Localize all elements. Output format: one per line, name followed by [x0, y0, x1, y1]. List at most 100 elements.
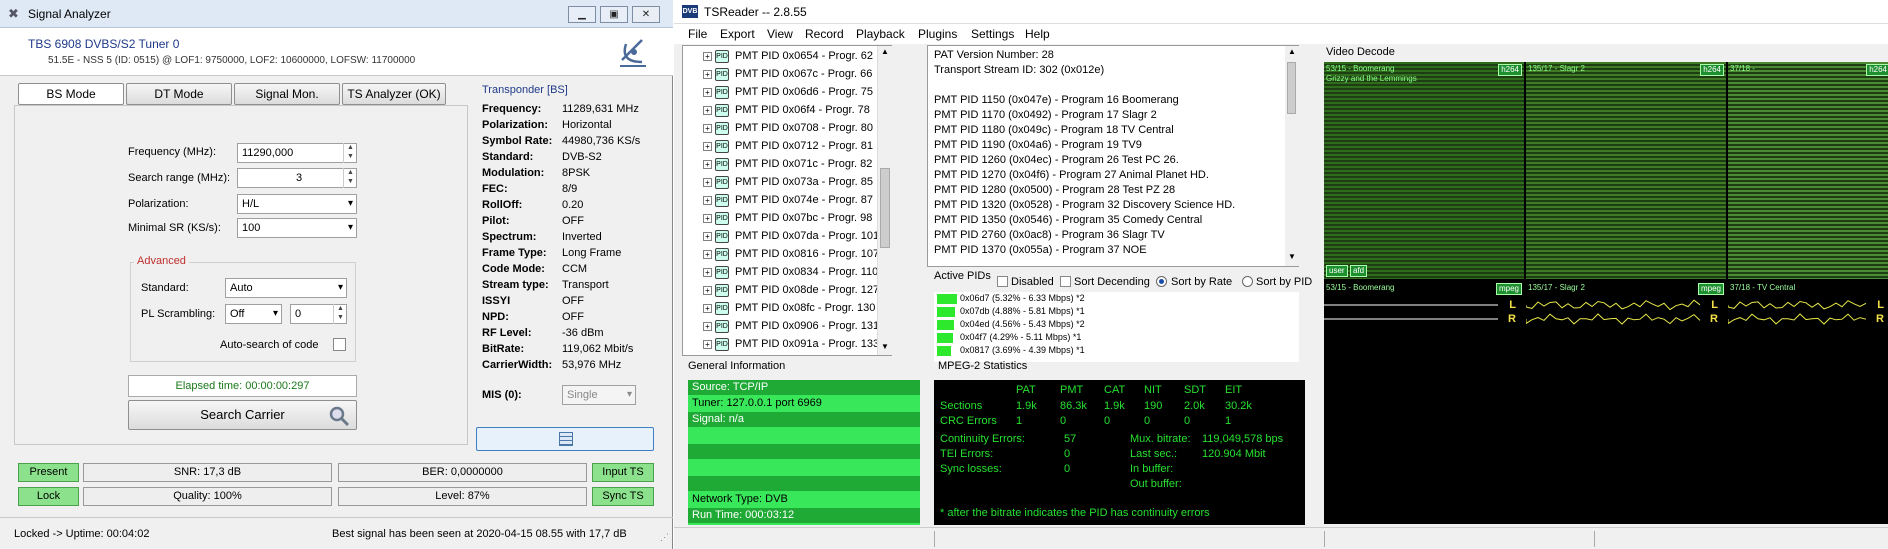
- expand-icon[interactable]: +: [703, 321, 712, 331]
- tab-ts-analyzer[interactable]: TS Analyzer (OK): [342, 83, 446, 105]
- sort-rate-radio[interactable]: [1156, 276, 1167, 287]
- tree-item[interactable]: + PID PMT PID 0x08de - Progr. 127: [703, 282, 877, 298]
- menu-view[interactable]: View: [767, 27, 793, 41]
- best-signal-text: Best signal has been seen at 2020-04-15 …: [332, 528, 627, 540]
- menu-record[interactable]: Record: [805, 27, 844, 41]
- ber-text: BER: 0,0000000: [422, 466, 503, 478]
- auto-search-checkbox[interactable]: [333, 338, 346, 351]
- close-button[interactable]: ✕: [632, 6, 660, 23]
- expand-icon[interactable]: +: [703, 159, 712, 169]
- expand-icon[interactable]: +: [703, 231, 712, 241]
- sync-value: 0: [1064, 463, 1071, 475]
- expand-icon[interactable]: +: [703, 141, 712, 151]
- pid-rate-text[interactable]: 0x0817 (3.69% - 4.39 Mbps) *1: [960, 345, 1085, 355]
- tree-item[interactable]: + PID PMT PID 0x074e - Progr. 87: [703, 192, 873, 208]
- tree-item[interactable]: + PID PMT PID 0x0712 - Progr. 81: [703, 138, 873, 154]
- expand-icon[interactable]: +: [703, 339, 712, 349]
- polarization-select[interactable]: H/L: [237, 194, 357, 214]
- tree-item[interactable]: + PID PMT PID 0x073a - Progr. 85: [703, 174, 873, 190]
- scroll-down-icon[interactable]: ▼: [881, 342, 889, 351]
- pid-rate-text[interactable]: 0x07db (4.88% - 5.81 Mbps) *1: [960, 306, 1085, 316]
- disabled-checkbox[interactable]: [997, 276, 1008, 287]
- uptime-text: Locked -> Uptime: 00:04:02: [14, 528, 150, 540]
- transponder-key: Pilot:: [482, 215, 510, 227]
- audio-meter: 37/18 - TV Central L R: [1728, 281, 1888, 333]
- scroll-up-icon[interactable]: ▲: [1288, 47, 1296, 56]
- pl-code-spinner[interactable]: ▲ ▼: [333, 304, 347, 324]
- tree-item-label: PMT PID 0x07bc - Progr. 98: [735, 212, 873, 224]
- pid-rate-text[interactable]: 0x04f7 (4.29% - 5.11 Mbps) *1: [960, 332, 1081, 342]
- expand-icon[interactable]: +: [703, 267, 712, 277]
- resize-grip-icon[interactable]: ⋰: [660, 532, 669, 543]
- tree-item[interactable]: + PID PMT PID 0x0816 - Progr. 107: [703, 246, 877, 262]
- menu-export[interactable]: Export: [720, 27, 755, 41]
- expand-icon[interactable]: +: [703, 177, 712, 187]
- pid-rate-text[interactable]: 0x06d7 (5.32% - 6.33 Mbps) *2: [960, 293, 1085, 303]
- tsreader-title-bar: DVB TSReader -- 2.8.55: [674, 0, 1888, 24]
- expand-icon[interactable]: +: [703, 195, 712, 205]
- menu-bar: File Export View Record Playback Plugins…: [674, 24, 1888, 44]
- search-range-input[interactable]: 3 ▲ ▼: [237, 168, 357, 188]
- pat-scrollbar[interactable]: ▲ ▼: [1285, 46, 1299, 266]
- expand-icon[interactable]: +: [703, 213, 712, 223]
- expand-icon[interactable]: +: [703, 123, 712, 133]
- tab-dt-mode[interactable]: DT Mode: [126, 83, 232, 105]
- tree-scroll-thumb[interactable]: [880, 168, 890, 248]
- status-pane-1: [934, 531, 935, 547]
- sync-ts-button[interactable]: Sync TS: [592, 487, 654, 506]
- tree-item[interactable]: + PID PMT PID 0x07bc - Progr. 98: [703, 210, 872, 226]
- tree-item[interactable]: + PID PMT PID 0x0834 - Progr. 110: [703, 264, 877, 280]
- menu-plugins[interactable]: Plugins: [918, 27, 957, 41]
- maximize-button[interactable]: ▣: [600, 6, 628, 23]
- tree-item[interactable]: + PID PMT PID 0x06d6 - Progr. 75: [703, 84, 873, 100]
- expand-icon[interactable]: +: [703, 303, 712, 313]
- tree-item[interactable]: + PID PMT PID 0x07da - Progr. 101: [703, 228, 877, 244]
- tree-item-label: PMT PID 0x0708 - Progr. 80: [735, 122, 873, 134]
- expand-icon[interactable]: +: [703, 87, 712, 97]
- expand-icon[interactable]: +: [703, 249, 712, 259]
- present-button[interactable]: Present: [18, 463, 79, 482]
- search-carrier-button[interactable]: Search Carrier: [128, 400, 357, 430]
- expand-icon[interactable]: +: [703, 285, 712, 295]
- tree-scrollbar[interactable]: ▲ ▼: [877, 46, 892, 355]
- tree-item[interactable]: + PID PMT PID 0x06f4 - Progr. 78: [703, 102, 870, 118]
- input-ts-button[interactable]: Input TS: [592, 463, 654, 482]
- standard-select[interactable]: Auto: [225, 278, 347, 298]
- menu-settings[interactable]: Settings: [971, 27, 1014, 41]
- tree-item[interactable]: + PID PMT PID 0x067c - Progr. 66: [703, 66, 872, 82]
- lock-button[interactable]: Lock: [18, 487, 79, 506]
- frequency-input[interactable]: 11290,000 ▲ ▼: [237, 143, 357, 163]
- sort-desc-checkbox[interactable]: [1060, 276, 1071, 287]
- scroll-down-icon[interactable]: ▼: [1288, 252, 1296, 261]
- transponder-action-button[interactable]: [476, 427, 654, 451]
- search-range-spinner[interactable]: ▲ ▼: [343, 168, 357, 188]
- min-sr-select[interactable]: 100: [237, 218, 357, 238]
- menu-file[interactable]: File: [688, 27, 707, 41]
- polarization-label: Polarization:: [128, 198, 189, 210]
- tree-item[interactable]: + PID PMT PID 0x0654 - Progr. 62: [703, 48, 873, 64]
- menu-playback[interactable]: Playback: [856, 27, 905, 41]
- tree-item[interactable]: + PID PMT PID 0x08fc - Progr. 130: [703, 300, 875, 316]
- scroll-up-icon[interactable]: ▲: [881, 47, 889, 56]
- pid-rate-text[interactable]: 0x04ed (4.56% - 5.43 Mbps) *2: [960, 319, 1085, 329]
- tree-item[interactable]: + PID PMT PID 0x0708 - Progr. 80: [703, 120, 873, 136]
- expand-icon[interactable]: +: [703, 69, 712, 79]
- pat-scroll-thumb[interactable]: [1287, 62, 1296, 114]
- menu-help[interactable]: Help: [1025, 27, 1050, 41]
- tab-bs-mode[interactable]: BS Mode: [18, 83, 124, 105]
- mis-select[interactable]: Single: [562, 385, 636, 405]
- tree-item[interactable]: + PID PMT PID 0x091a - Progr. 133: [703, 336, 877, 352]
- sort-pid-radio[interactable]: [1242, 276, 1253, 287]
- expand-icon[interactable]: +: [703, 51, 712, 61]
- video-tile[interactable]: 53/15 - Boomerang Grizzy and the Lemmings…: [1324, 62, 1524, 279]
- video-tile[interactable]: 37/18 - h264: [1728, 62, 1888, 279]
- pl-scrambling-select[interactable]: Off: [225, 304, 282, 324]
- tree-item[interactable]: + PID PMT PID 0x071c - Progr. 82: [703, 156, 872, 172]
- tree-item[interactable]: + PID PMT PID 0x0906 - Progr. 131: [703, 318, 877, 334]
- frequency-spinner[interactable]: ▲ ▼: [343, 143, 357, 163]
- pl-code-input[interactable]: 0 ▲ ▼: [290, 304, 347, 324]
- minimize-button[interactable]: ▁: [568, 6, 596, 23]
- video-tile[interactable]: 135/17 - Slagr 2 h264: [1526, 62, 1726, 279]
- tab-signal-mon[interactable]: Signal Mon.: [234, 83, 340, 105]
- expand-icon[interactable]: +: [703, 105, 712, 115]
